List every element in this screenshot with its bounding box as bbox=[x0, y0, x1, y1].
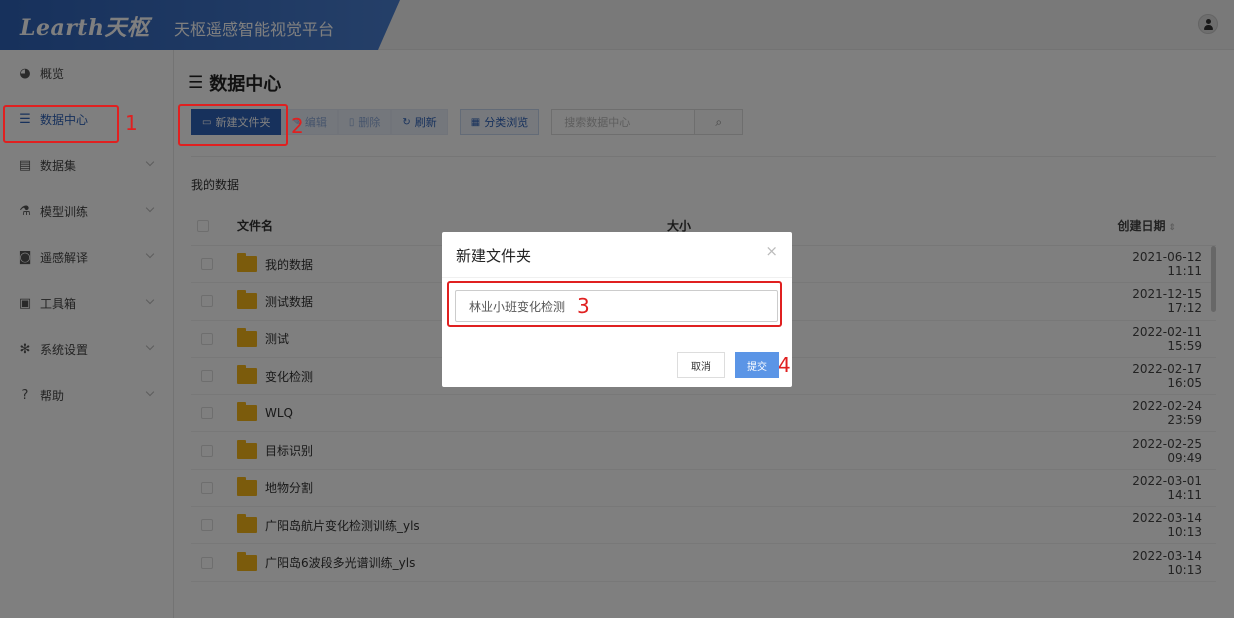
annotation-box-3 bbox=[447, 281, 782, 327]
annotation-number-1: 1 bbox=[125, 111, 138, 135]
dialog-title: 新建文件夹 bbox=[456, 247, 532, 265]
cancel-button[interactable]: 取消 bbox=[677, 352, 725, 378]
dialog-divider bbox=[442, 277, 792, 278]
annotation-number-2: 2 bbox=[291, 114, 304, 138]
annotation-box-1 bbox=[3, 105, 119, 143]
annotation-box-2 bbox=[178, 104, 288, 146]
submit-button[interactable]: 提交 bbox=[735, 352, 779, 378]
annotation-number-3: 3 bbox=[577, 294, 590, 318]
close-icon[interactable]: × bbox=[765, 244, 778, 259]
annotation-number-4: 4 bbox=[778, 353, 791, 377]
